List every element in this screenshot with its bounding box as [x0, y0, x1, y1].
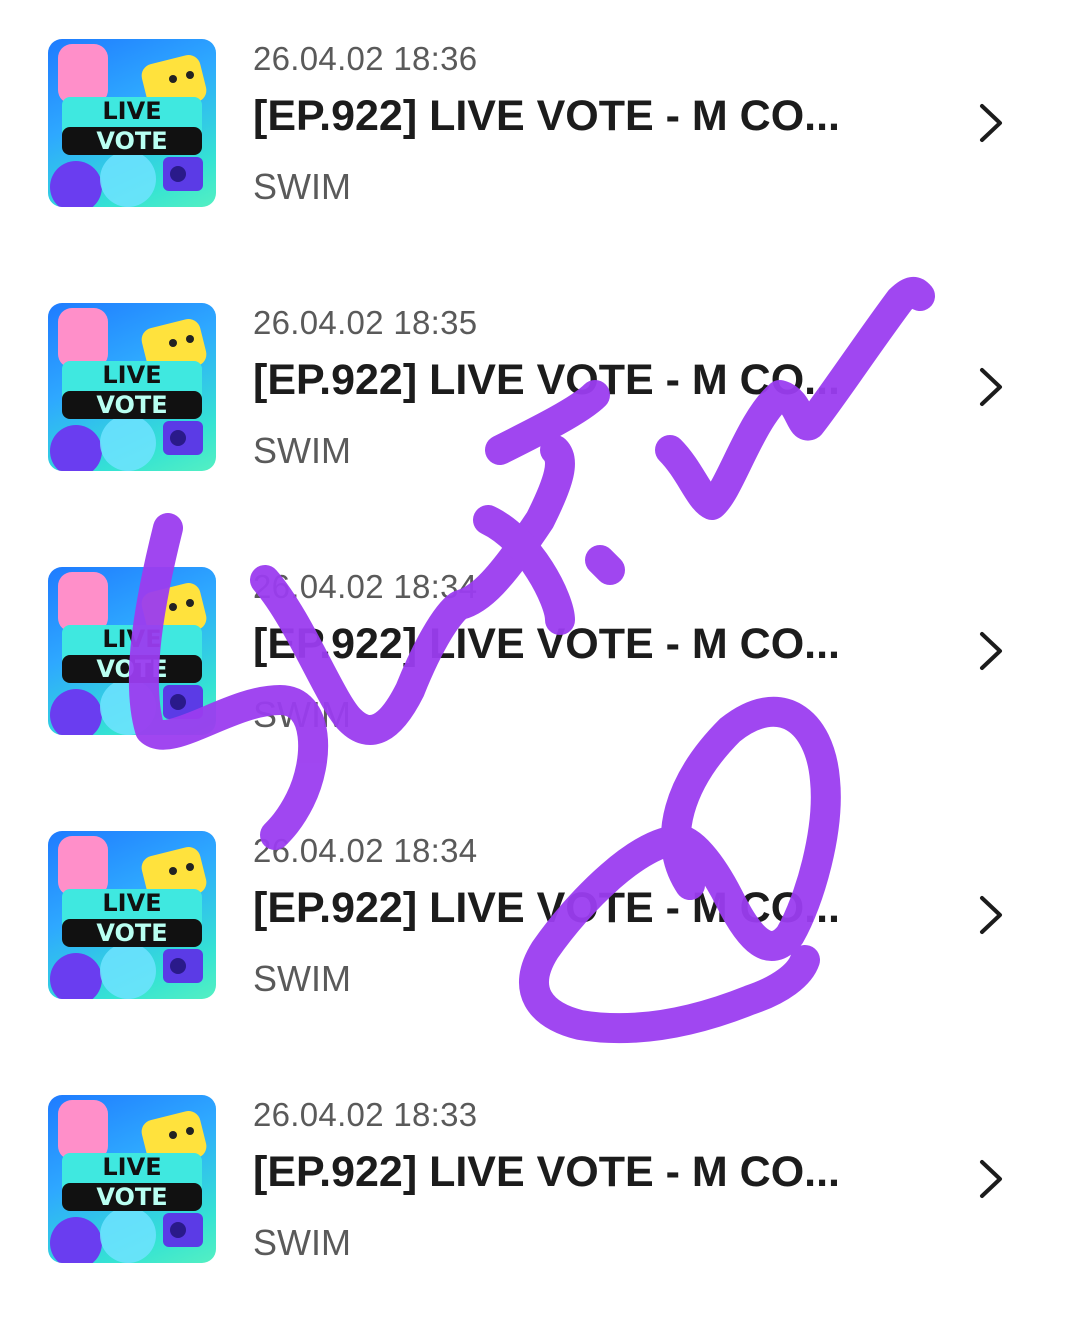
svg-text:LIVE: LIVE — [102, 625, 161, 653]
item-title: [EP.922] LIVE VOTE - M CO... — [253, 356, 841, 404]
svg-text:VOTE: VOTE — [96, 919, 167, 947]
item-date: 26.04.02 18:33 — [253, 1096, 478, 1133]
list-item[interactable]: LIVE VOTE 26.04.02 18:36 [EP.922] LIVE V… — [0, 30, 1080, 250]
vote-history-list: LIVE VOTE 26.04.02 18:36 [EP.922] LIVE V… — [0, 0, 1080, 1325]
item-date: 26.04.02 18:34 — [253, 568, 478, 605]
live-vote-thumbnail: LIVE VOTE — [48, 39, 216, 207]
chevron-right-icon — [980, 104, 1002, 142]
svg-text:VOTE: VOTE — [96, 127, 167, 155]
svg-text:VOTE: VOTE — [96, 655, 167, 683]
chevron-right-icon — [980, 896, 1002, 934]
svg-text:VOTE: VOTE — [96, 391, 167, 419]
list-item[interactable]: LIVE VOTE 26.04.02 18:33 [EP.922] LIVE V… — [0, 1086, 1080, 1306]
item-date: 26.04.02 18:34 — [253, 832, 478, 869]
live-vote-thumbnail: LIVE VOTE — [48, 567, 216, 735]
item-title: [EP.922] LIVE VOTE - M CO... — [253, 92, 841, 140]
svg-text:LIVE: LIVE — [102, 97, 161, 125]
item-title: [EP.922] LIVE VOTE - M CO... — [253, 620, 841, 668]
svg-text:LIVE: LIVE — [102, 889, 161, 917]
svg-text:LIVE: LIVE — [102, 1153, 161, 1181]
item-title: [EP.922] LIVE VOTE - M CO... — [253, 1148, 841, 1196]
item-author: SWIM — [253, 430, 351, 471]
chevron-right-icon — [980, 632, 1002, 670]
live-vote-thumbnail: LIVE VOTE — [48, 303, 216, 471]
chevron-right-icon — [980, 368, 1002, 406]
live-vote-thumbnail: LIVE VOTE — [48, 831, 216, 999]
item-author: SWIM — [253, 166, 351, 207]
item-author: SWIM — [253, 694, 351, 735]
list-item[interactable]: LIVE VOTE 26.04.02 18:34 [EP.922] LIVE V… — [0, 558, 1080, 778]
list-item[interactable]: LIVE VOTE 26.04.02 18:34 [EP.922] LIVE V… — [0, 822, 1080, 1042]
list-item[interactable]: LIVE VOTE 26.04.02 18:35 [EP.922] LIVE V… — [0, 294, 1080, 514]
item-author: SWIM — [253, 1222, 351, 1263]
svg-text:VOTE: VOTE — [96, 1183, 167, 1211]
live-vote-thumbnail: LIVE VOTE — [48, 1095, 216, 1263]
item-author: SWIM — [253, 958, 351, 999]
item-date: 26.04.02 18:36 — [253, 40, 478, 77]
item-title: [EP.922] LIVE VOTE - M CO... — [253, 884, 841, 932]
svg-text:LIVE: LIVE — [102, 361, 161, 389]
chevron-right-icon — [980, 1160, 1002, 1198]
item-date: 26.04.02 18:35 — [253, 304, 478, 341]
